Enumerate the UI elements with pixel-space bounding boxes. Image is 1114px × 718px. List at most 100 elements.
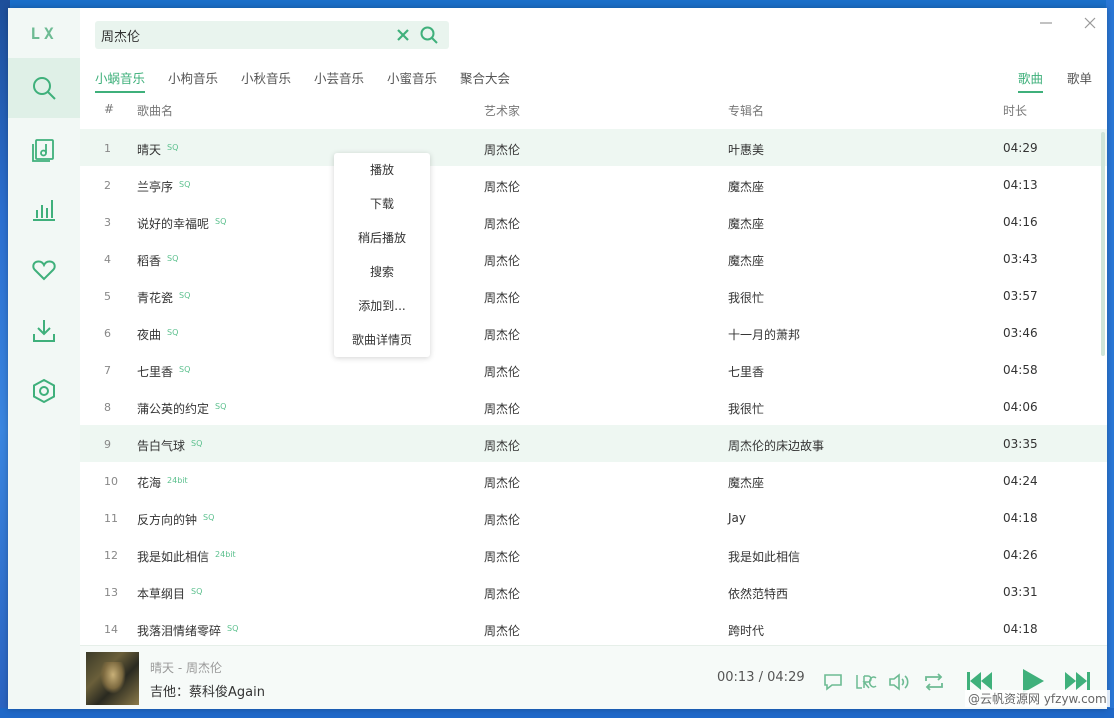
quality-badge: SQ: [167, 328, 179, 337]
song-number: 2: [104, 179, 111, 192]
tab-source-4[interactable]: 小芸音乐: [314, 68, 364, 91]
tab-source-3[interactable]: 小秋音乐: [241, 68, 291, 91]
song-artist[interactable]: 周杰伦: [484, 141, 520, 158]
close-icon[interactable]: [1081, 14, 1099, 32]
context-menu-item[interactable]: 添加到...: [334, 289, 430, 323]
song-number-text: 10: [104, 475, 118, 488]
now-playing-title[interactable]: 晴天 - 周杰伦: [150, 659, 222, 676]
song-number: 7: [104, 364, 111, 377]
nav-settings[interactable]: [8, 361, 80, 421]
song-name: 蒲公英的约定 SQ: [137, 400, 226, 417]
context-menu-item[interactable]: 歌曲详情页: [334, 323, 430, 357]
search-input[interactable]: 周杰伦: [101, 26, 140, 45]
song-artist-text: 周杰伦: [484, 550, 521, 564]
song-number-text: 9: [104, 438, 111, 451]
table-row[interactable]: 3 说好的幸福呢 SQ 周杰伦 魔杰座 04:16: [80, 203, 1107, 240]
nav-leaderboard[interactable]: [8, 179, 80, 239]
song-artist[interactable]: 周杰伦: [484, 289, 520, 306]
search-box[interactable]: 周杰伦: [95, 21, 449, 49]
song-artist[interactable]: 周杰伦: [484, 252, 520, 269]
song-album[interactable]: 依然范特西: [728, 585, 788, 602]
song-name: 告白气球 SQ: [137, 437, 202, 454]
table-row[interactable]: 12 我是如此相信 24bit 周杰伦 我是如此相信 04:26: [80, 536, 1107, 573]
lyrics-icon[interactable]: [854, 670, 878, 694]
col-name[interactable]: 歌曲名: [137, 102, 173, 119]
song-number: 1: [104, 142, 111, 155]
song-artist[interactable]: 周杰伦: [484, 585, 520, 602]
context-menu-item[interactable]: 稍后播放: [334, 221, 430, 255]
song-duration-text: 04:24: [1003, 474, 1038, 488]
table-row[interactable]: 14 我落泪情绪零碎 SQ 周杰伦 跨时代 04:18: [80, 610, 1107, 647]
context-menu-item[interactable]: 搜索: [334, 255, 430, 289]
nav-favorites[interactable]: [8, 240, 80, 300]
song-album[interactable]: 魔杰座: [728, 252, 764, 269]
comment-icon[interactable]: [821, 670, 845, 694]
table-row[interactable]: 6 夜曲 SQ 周杰伦 十一月的萧邦 03:46: [80, 314, 1107, 351]
col-album[interactable]: 专辑名: [728, 102, 764, 119]
song-name-text: 青花瓷: [137, 291, 174, 305]
quality-badge: SQ: [167, 143, 179, 152]
song-album[interactable]: 魔杰座: [728, 215, 764, 232]
context-menu-item[interactable]: 播放: [334, 153, 430, 187]
nav-search[interactable]: [8, 58, 80, 118]
nav-music-list[interactable]: [8, 119, 80, 179]
song-artist[interactable]: 周杰伦: [484, 363, 520, 380]
table-row[interactable]: 8 蒲公英的约定 SQ 周杰伦 我很忙 04:06: [80, 388, 1107, 425]
song-album[interactable]: 魔杰座: [728, 178, 764, 195]
col-artist[interactable]: 艺术家: [484, 102, 520, 119]
song-album[interactable]: 我很忙: [728, 289, 764, 306]
quality-badge: SQ: [179, 365, 191, 374]
quality-badge: SQ: [215, 402, 227, 411]
song-album[interactable]: 我很忙: [728, 400, 764, 417]
tab-source-1[interactable]: 小蜗音乐: [95, 68, 146, 93]
song-artist[interactable]: 周杰伦: [484, 215, 520, 232]
song-artist[interactable]: 周杰伦: [484, 326, 520, 343]
song-artist[interactable]: 周杰伦: [484, 400, 520, 417]
table-row[interactable]: 10 花海 24bit 周杰伦 魔杰座 04:24: [80, 462, 1107, 499]
volume-icon[interactable]: [887, 670, 911, 694]
song-name: 花海 24bit: [137, 474, 188, 491]
song-album[interactable]: 十一月的萧邦: [728, 326, 800, 343]
song-duration: 03:43: [1003, 252, 1038, 266]
song-artist[interactable]: 周杰伦: [484, 178, 520, 195]
tab-source-2[interactable]: 小枸音乐: [168, 68, 218, 91]
song-artist[interactable]: 周杰伦: [484, 437, 520, 454]
table-row[interactable]: 7 七里香 SQ 周杰伦 七里香 04:58: [80, 351, 1107, 388]
table-row[interactable]: 13 本草纲目 SQ 周杰伦 依然范特西 03:31: [80, 573, 1107, 610]
song-album[interactable]: 周杰伦的床边故事: [728, 437, 824, 454]
context-menu-item[interactable]: 下载: [334, 187, 430, 221]
nav-download[interactable]: [8, 301, 80, 361]
search-icon[interactable]: [419, 25, 439, 45]
scrollbar[interactable]: [1101, 132, 1105, 356]
tab-playlists[interactable]: 歌单: [1067, 68, 1092, 91]
repeat-icon[interactable]: [922, 670, 946, 694]
song-artist-text: 周杰伦: [484, 143, 521, 157]
minimize-icon[interactable]: [1037, 14, 1055, 32]
table-row[interactable]: 5 青花瓷 SQ 周杰伦 我很忙 03:57: [80, 277, 1107, 314]
table-row[interactable]: 1 晴天 SQ 周杰伦 叶惠美 04:29: [80, 129, 1107, 166]
album-cover[interactable]: [86, 652, 139, 705]
table-row[interactable]: 9 告白气球 SQ 周杰伦 周杰伦的床边故事 03:35: [80, 425, 1107, 462]
tab-source-6[interactable]: 聚合大会: [460, 68, 510, 91]
clear-icon[interactable]: [395, 27, 411, 43]
song-artist[interactable]: 周杰伦: [484, 511, 520, 528]
song-artist[interactable]: 周杰伦: [484, 622, 520, 639]
table-row[interactable]: 2 兰亭序 SQ 周杰伦 魔杰座 04:13: [80, 166, 1107, 203]
total-time: 04:29: [767, 670, 805, 685]
song-album[interactable]: Jay: [728, 511, 746, 525]
tab-songs[interactable]: 歌曲: [1018, 68, 1044, 93]
song-album[interactable]: 叶惠美: [728, 141, 764, 158]
context-menu: 播放 下载 稍后播放 搜索 添加到... 歌曲详情页: [334, 153, 430, 357]
song-artist[interactable]: 周杰伦: [484, 548, 520, 565]
song-album[interactable]: 跨时代: [728, 622, 764, 639]
song-album[interactable]: 魔杰座: [728, 474, 764, 491]
song-duration-text: 04:18: [1003, 622, 1038, 636]
table-row[interactable]: 4 稻香 SQ 周杰伦 魔杰座 03:43: [80, 240, 1107, 277]
table-row[interactable]: 11 反方向的钟 SQ 周杰伦 Jay 04:18: [80, 499, 1107, 536]
quality-badge: SQ: [227, 624, 239, 633]
song-artist[interactable]: 周杰伦: [484, 474, 520, 491]
song-album[interactable]: 我是如此相信: [728, 548, 800, 565]
song-album[interactable]: 七里香: [728, 363, 764, 380]
col-duration[interactable]: 时长: [1003, 102, 1027, 119]
tab-source-5[interactable]: 小蜜音乐: [387, 68, 437, 91]
